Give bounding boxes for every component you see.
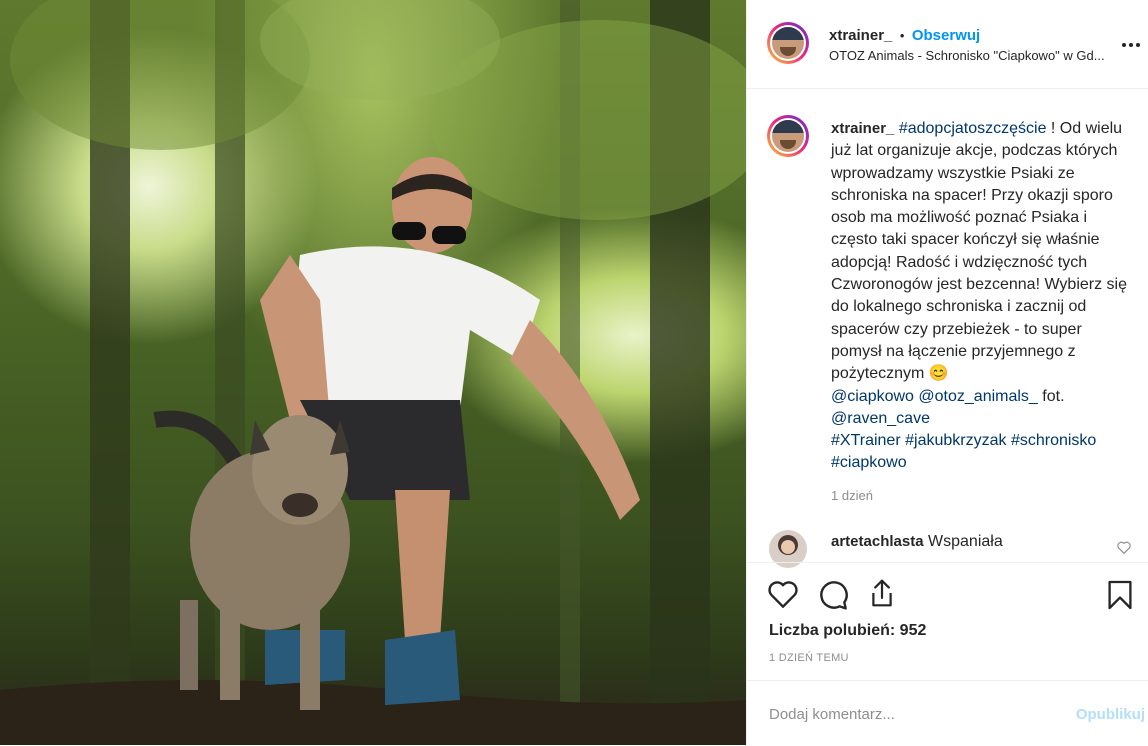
- hashtag-link[interactable]: #ciapkowo: [831, 454, 907, 471]
- mention-link[interactable]: @raven_cave: [831, 410, 930, 427]
- comment-icon[interactable]: [817, 579, 849, 616]
- post-header: xtrainer_ • Obserwuj OTOZ Animals - Schr…: [747, 0, 1148, 89]
- avatar-image: [772, 27, 804, 59]
- more-options-icon[interactable]: [1121, 35, 1141, 53]
- caption-time[interactable]: 1 dzień: [831, 488, 873, 503]
- caption-text: ! Od wielu już lat organizuje akcje, pod…: [831, 120, 1127, 383]
- location-link[interactable]: OTOZ Animals - Schronisko "Ciapkowo" w G…: [829, 48, 1129, 63]
- bookmark-icon[interactable]: [1107, 579, 1133, 616]
- author-username[interactable]: xtrainer_: [829, 27, 892, 44]
- separator-dot: •: [899, 28, 905, 43]
- avatar-image: [772, 120, 804, 152]
- header-user-line: xtrainer_ • Obserwuj: [829, 27, 980, 45]
- hashtag-link[interactable]: #jakubkrzyzak: [905, 432, 1006, 449]
- follow-button[interactable]: Obserwuj: [912, 27, 980, 44]
- post-date[interactable]: 1 DZIEŃ TEMU: [769, 652, 849, 664]
- photo-scene: [0, 0, 746, 745]
- post-photo[interactable]: [0, 0, 746, 745]
- caption-author-avatar[interactable]: [767, 115, 809, 157]
- hashtag-link[interactable]: #adopcjatoszczęście: [899, 120, 1047, 137]
- hashtag-link[interactable]: #schronisko: [1011, 432, 1096, 449]
- caption-username[interactable]: xtrainer_: [831, 120, 894, 137]
- add-comment-bar: Opublikuj: [747, 680, 1148, 746]
- publish-button[interactable]: Opublikuj: [1076, 706, 1145, 723]
- comment-username[interactable]: artetachlasta: [831, 533, 924, 550]
- comment-heart-icon[interactable]: [1117, 541, 1131, 559]
- likes-count[interactable]: Liczba polubień: 952: [769, 622, 926, 640]
- mention-link[interactable]: @ciapkowo: [831, 388, 914, 405]
- mention-link[interactable]: @otoz_animals_: [918, 388, 1037, 405]
- comment-text: Wspaniała: [928, 533, 1003, 550]
- author-avatar[interactable]: [767, 22, 809, 64]
- post-caption: xtrainer_ #adopcjatoszczęście ! Od wielu…: [831, 118, 1131, 475]
- share-icon[interactable]: [867, 577, 897, 614]
- caption-fot: fot.: [1037, 387, 1065, 405]
- comment-input[interactable]: [767, 701, 1051, 727]
- comment: artetachlasta Wspaniała: [831, 533, 1003, 551]
- hashtag-link[interactable]: #XTrainer: [831, 432, 901, 449]
- smile-emoji: 😊: [928, 365, 949, 383]
- heart-icon[interactable]: [767, 579, 799, 614]
- post-sidebar: xtrainer_ • Obserwuj OTOZ Animals - Schr…: [746, 0, 1148, 745]
